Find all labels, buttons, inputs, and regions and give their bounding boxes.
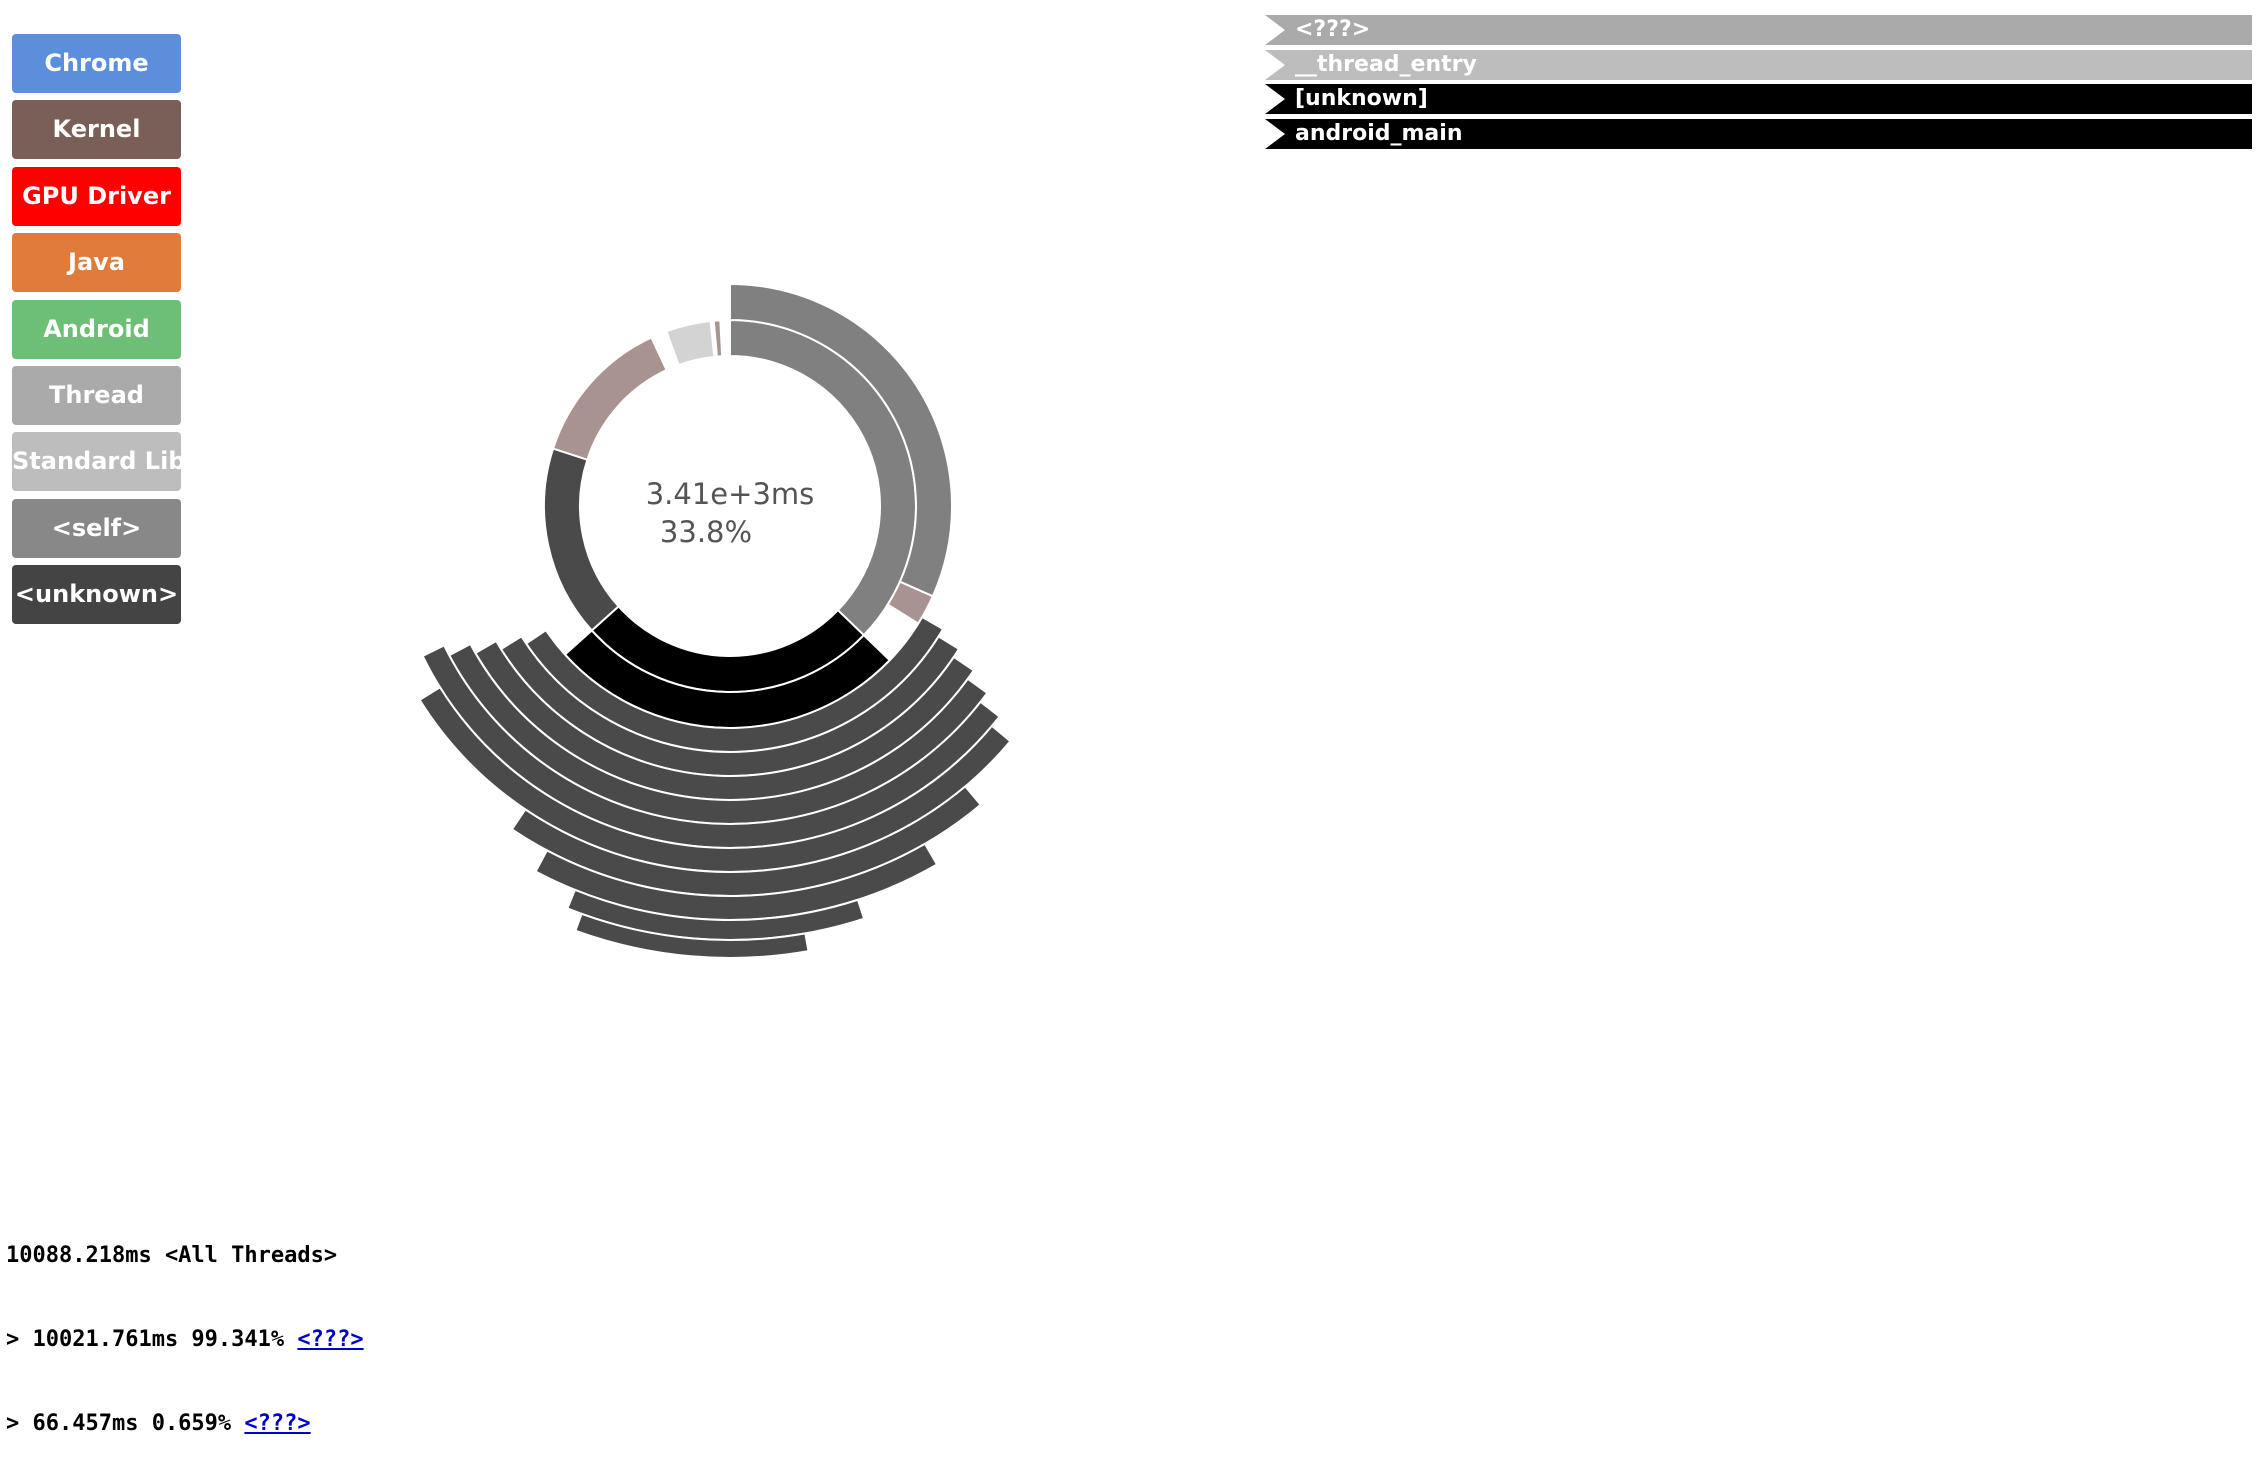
breadcrumb-label: __thread_entry [1295,51,1477,77]
legend-item-gpu-driver[interactable]: GPU Driver [12,166,181,226]
center-percent: 33.8% [660,515,752,549]
summary-row-text: > 10021.761ms 99.341% [6,1327,298,1352]
summary-row-link[interactable]: <???> [244,1411,310,1436]
sunburst-segment-unknown[interactable] [543,447,620,632]
breadcrumb-item[interactable]: <???> [1265,15,2252,45]
legend-item-kernel[interactable]: Kernel [12,100,181,160]
breadcrumb-item[interactable]: android_main [1265,118,2252,149]
summary-row-link[interactable]: <???> [297,1327,363,1352]
legend-item-java[interactable]: Java [12,233,181,293]
summary-row-text: > 66.457ms 0.659% [6,1411,245,1436]
legend-item-thread[interactable]: Thread [12,365,181,425]
legend-item-unknown[interactable]: <unknown> [12,565,181,625]
legend-item-self[interactable]: <self> [12,498,181,558]
sunburst-segment-kernel[interactable] [551,336,668,461]
breadcrumb-item[interactable]: [unknown] [1265,84,2252,114]
breadcrumb-label: [unknown] [1295,86,1428,111]
summary-row: > 10021.761ms 99.341% <???> [6,1326,364,1354]
legend-item-chrome[interactable]: Chrome [12,34,181,93]
legend-item-standard-lib[interactable]: Standard Lib [12,432,181,492]
breadcrumb-item[interactable]: __thread_entry [1265,49,2252,80]
breadcrumb: <???> __thread_entry [unknown] android_m… [1265,15,2252,153]
center-value: 3.41e+3ms [646,477,815,511]
category-legend: Chrome Kernel GPU Driver Java Android Th… [12,34,181,632]
sunburst-segment-stdlib[interactable] [665,319,716,367]
legend-item-android[interactable]: Android [12,299,181,359]
breadcrumb-arrow-shape [1265,15,2252,45]
summary-row: > 66.457ms 0.659% <???> [6,1410,364,1438]
sunburst-segment-kernel-small[interactable] [712,319,724,358]
summary-panel: 10088.218ms <All Threads> > 10021.761ms … [6,1186,364,1466]
breadcrumb-label: android_main [1295,120,1463,146]
summary-total: 10088.218ms <All Threads> [6,1243,338,1268]
sunburst-arcs[interactable] [418,282,1012,959]
breadcrumb-label: <???> [1295,17,1371,42]
sunburst-chart[interactable]: 3.41e+3ms 33.8% [330,270,1190,990]
